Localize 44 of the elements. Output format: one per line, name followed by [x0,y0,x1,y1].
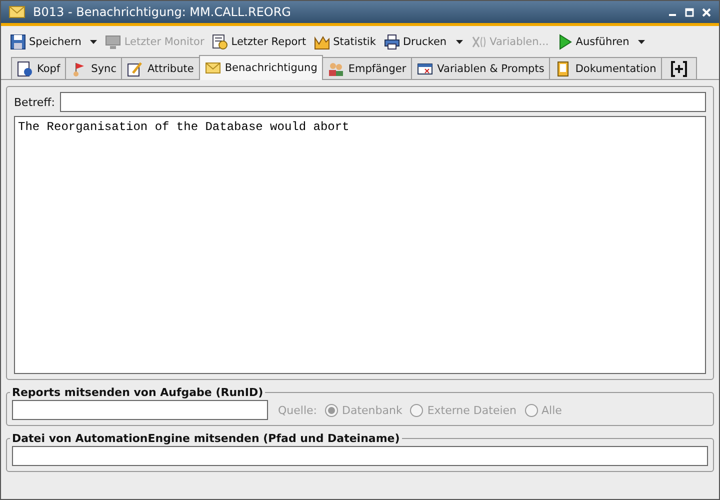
envelope-icon [9,6,25,18]
maximize-icon[interactable] [685,8,694,16]
tab[interactable]: Empfänger [322,57,412,79]
subject-field[interactable] [60,92,706,112]
radio-label: Alle [542,404,562,416]
document-info-icon [17,60,33,76]
plus-icon [671,60,688,76]
radio-label: Datenbank [342,404,402,416]
people-icon [328,60,344,76]
tab[interactable]: Benachrichtigung [198,55,324,80]
pencil-document-icon [127,60,144,76]
message-text-area[interactable]: The Reorganisation of the Database would abort [14,116,706,374]
tab[interactable]: Sync [65,57,122,79]
group-title: Reports mitsenden von Aufgabe (RunID) [11,386,264,399]
tab[interactable]: Attribute [121,57,200,79]
toolbar-button[interactable]: Ausführen [554,32,648,52]
monitor-icon [105,34,122,50]
runid-field[interactable] [12,400,268,420]
caret-icon [638,40,646,44]
radio-label: Externe Dateien [427,404,517,416]
variables-icon [470,34,487,50]
tab[interactable]: Kopf [11,57,66,79]
window-title: B013 - Benachrichtigung: MM.CALL.REORG [33,5,291,19]
book-icon [555,60,572,76]
caret-icon [90,40,98,44]
toolbar-button[interactable]: Letzter Report [209,32,310,52]
variables-window-icon [417,60,434,76]
add-tab-button[interactable] [661,57,698,79]
close-icon[interactable] [702,8,711,16]
subject-label: Betreff: [14,96,55,108]
report-clock-icon [212,34,228,50]
toolbar-button[interactable]: Drucken [380,32,466,52]
toolbar-button[interactable]: Speichern [7,32,100,52]
envelope-icon [204,60,221,76]
caret-icon [456,40,463,44]
file-path-field[interactable] [12,446,708,466]
tab[interactable]: Variablen & Prompts [411,57,550,79]
tab[interactable]: Dokumentation [549,57,662,79]
toolbar-button[interactable]: Statistik [311,32,379,52]
play-icon [556,34,573,50]
save-icon [10,34,26,50]
printer-icon [384,34,400,50]
source-label: Quelle: [278,404,317,416]
group-title: Datei von AutomationEngine mitsenden (Pfad und Dateiname) [11,432,401,445]
